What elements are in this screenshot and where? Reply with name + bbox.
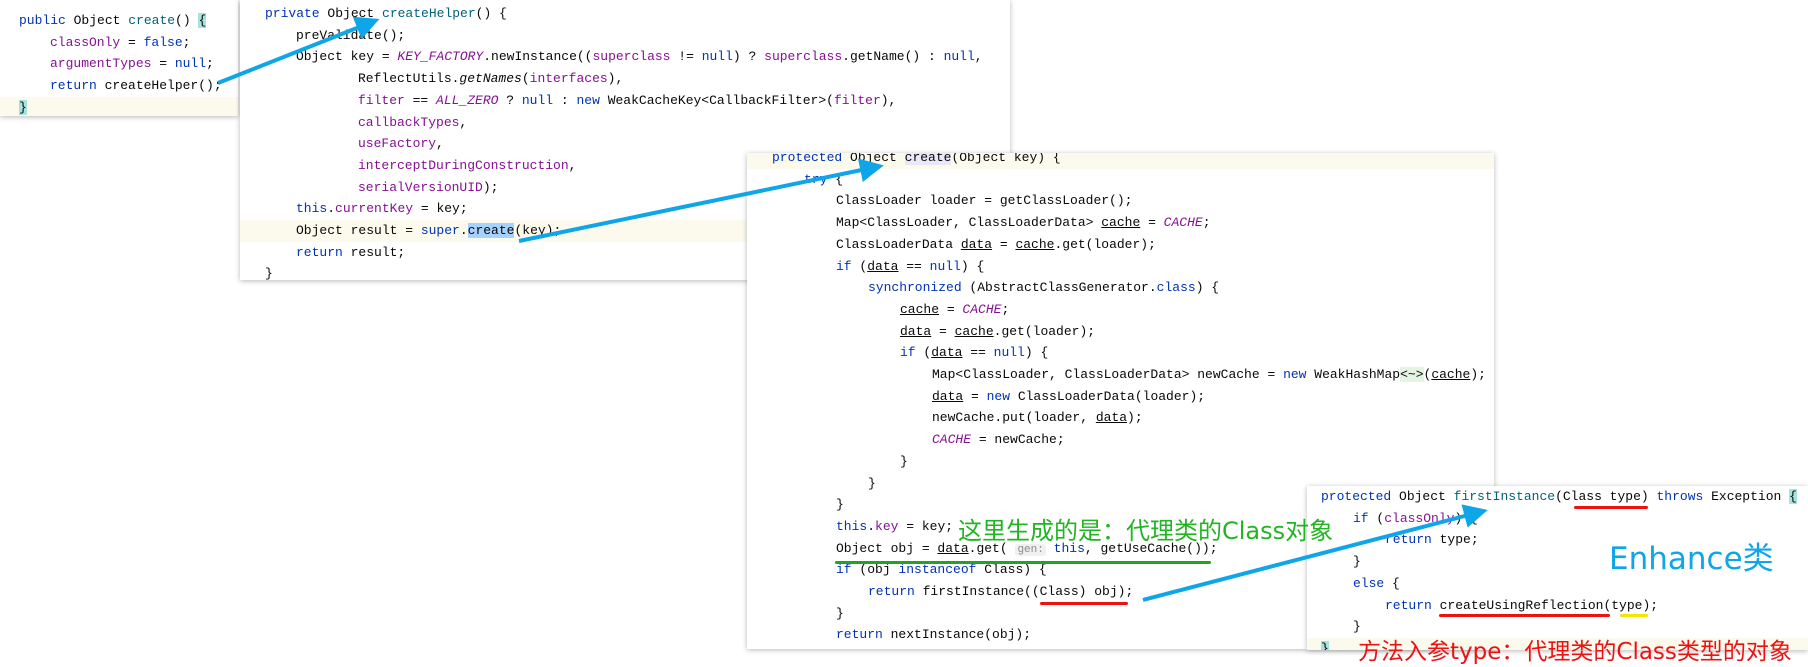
arrow-super-create-to-create xyxy=(518,158,884,243)
arrow-create-to-createHelper xyxy=(217,16,380,85)
arrow-firstInstance-call-to-decl xyxy=(1142,504,1488,602)
arrows-layer xyxy=(217,16,1488,602)
